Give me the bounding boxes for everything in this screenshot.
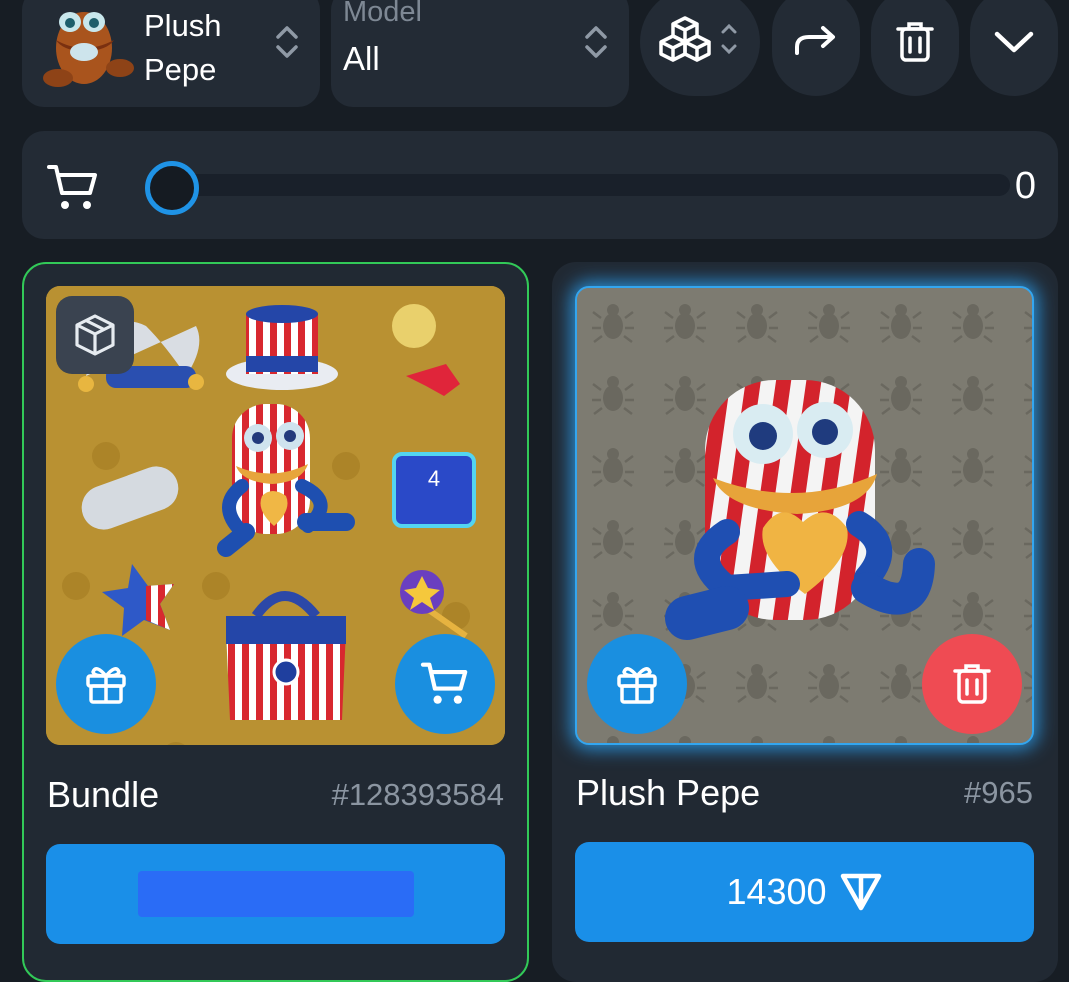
box-icon (75, 314, 115, 356)
remove-button[interactable] (922, 634, 1022, 734)
plush-pepe-thumbnail (43, 12, 134, 87)
gift-button[interactable] (56, 634, 156, 734)
model-value: All (343, 40, 380, 77)
ton-icon (840, 873, 881, 911)
cart-count: 0 (1014, 165, 1036, 207)
card-title: Bundle (47, 774, 160, 815)
card-number: #965 (964, 775, 1033, 810)
sort-arrows-icon[interactable] (583, 22, 609, 62)
cart-icon (420, 662, 468, 704)
gift-card-plush-pepe[interactable]: Plush Pepe #965 14300 (552, 262, 1058, 982)
bundle-badge (56, 296, 134, 374)
cart-bar: 0 (22, 131, 1058, 239)
cart-slider-thumb[interactable] (145, 161, 199, 215)
buy-button[interactable] (46, 844, 505, 944)
svg-text:4: 4 (428, 466, 440, 491)
plush-pepe-image (575, 286, 1034, 745)
trash-icon (953, 664, 991, 704)
gift-icon (617, 667, 657, 704)
view-mode-button[interactable] (640, 0, 760, 96)
chevron-down-icon (994, 31, 1034, 53)
share-arrow-icon (795, 26, 835, 55)
gift-icon (86, 667, 126, 704)
delete-button[interactable] (871, 0, 959, 96)
cart-icon (47, 165, 97, 209)
redacted-price (137, 871, 414, 917)
gift-card-bundle[interactable]: 4 Bundle #128393584 (22, 262, 529, 982)
card-number: #128393584 (331, 777, 504, 812)
price-label: 14300 (726, 871, 827, 912)
model-label: Model (343, 0, 422, 28)
model-filter[interactable]: Model All (331, 0, 629, 107)
gift-button[interactable] (587, 634, 687, 734)
add-to-cart-button[interactable] (395, 634, 495, 734)
sort-arrows-icon[interactable] (274, 22, 300, 62)
expand-button[interactable] (970, 0, 1058, 96)
bundle-image: 4 (46, 286, 505, 745)
card-title: Plush Pepe (576, 772, 761, 813)
buy-button[interactable]: 14300 (575, 842, 1034, 942)
trash-icon (896, 22, 934, 62)
cubes-icon (659, 16, 737, 62)
cart-slider-track[interactable] (150, 174, 1010, 196)
share-button[interactable] (772, 0, 860, 96)
collection-name: Plush Pepe (144, 8, 222, 87)
collection-filter[interactable]: Plush Pepe (22, 0, 320, 107)
